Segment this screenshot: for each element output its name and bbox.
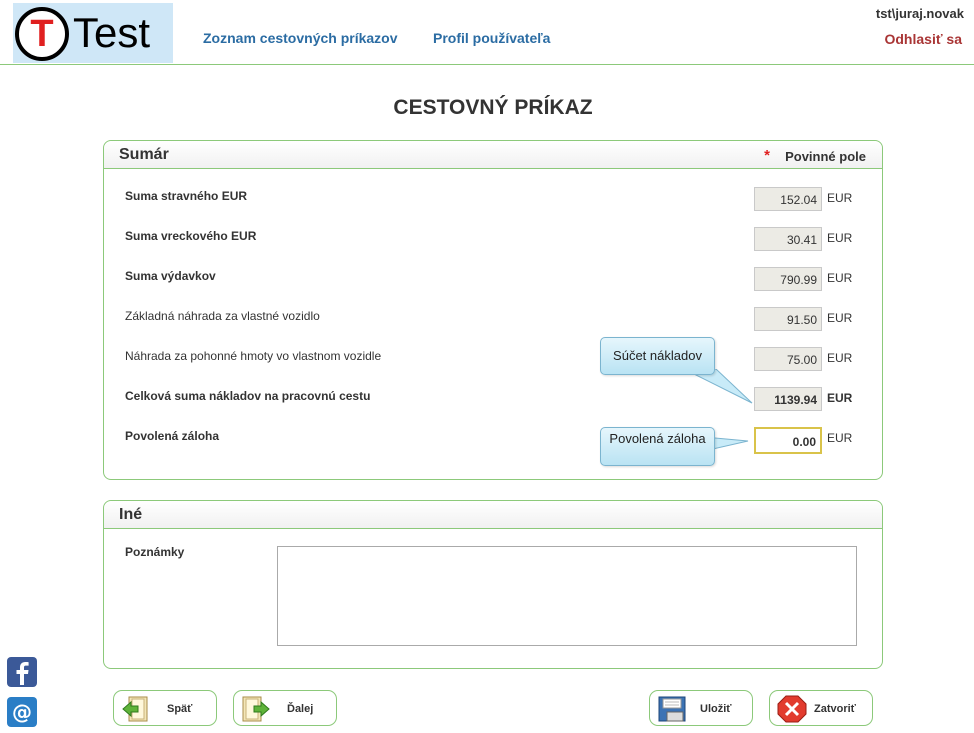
- next-button[interactable]: Ďalej: [233, 690, 337, 726]
- label-expenses: Suma výdavkov: [125, 269, 216, 283]
- label-total-costs: Celková suma nákladov na pracovnú cestu: [125, 389, 371, 403]
- other-panel-header: Iné: [104, 501, 882, 529]
- value-total-costs: 1139.94: [754, 387, 822, 411]
- back-button-label: Späť: [167, 703, 193, 715]
- back-button[interactable]: Späť: [113, 690, 217, 726]
- unit-label: EUR: [827, 351, 853, 365]
- close-icon: [777, 695, 807, 723]
- label-pocket-money: Suma vreckového EUR: [125, 229, 257, 243]
- value-vehicle-compensation: 91.50: [754, 307, 822, 331]
- advance-input[interactable]: 0.00: [754, 427, 822, 454]
- label-fuel-compensation: Náhrada za pohonné hmoty vo vlastnom voz…: [125, 349, 382, 363]
- back-icon: [122, 696, 148, 722]
- svg-text:@: @: [12, 700, 32, 724]
- save-button[interactable]: Uložiť: [649, 690, 753, 726]
- value-fuel-compensation: 75.00: [754, 347, 822, 371]
- callout-costs-pointer: [683, 369, 753, 404]
- value-expenses: 790.99: [754, 267, 822, 291]
- save-button-label: Uložiť: [700, 703, 732, 715]
- unit-label: EUR: [827, 311, 853, 325]
- nav-user-profile[interactable]: Profil používateľa: [433, 30, 550, 46]
- notes-label: Poznámky: [125, 545, 185, 559]
- label-advance: Povolená záloha: [125, 429, 220, 443]
- page-title: CESTOVNÝ PRÍKAZ: [393, 96, 593, 119]
- label-meal-allowance: Suma stravného EUR: [125, 189, 248, 203]
- other-panel-title: Iné: [119, 506, 143, 523]
- notes-textarea[interactable]: [277, 546, 857, 646]
- unit-label: EUR: [827, 231, 853, 245]
- nav-travel-orders-list[interactable]: Zoznam cestovných príkazov: [203, 30, 398, 46]
- required-star: *: [764, 147, 770, 164]
- next-button-label: Ďalej: [287, 703, 314, 715]
- unit-label: EUR: [827, 391, 853, 405]
- summary-panel: Sumár * Povinné pole Suma stravného EUR …: [103, 140, 883, 480]
- summary-panel-header: Sumár * Povinné pole: [104, 141, 882, 169]
- callout-advance: Povolená záloha: [600, 427, 715, 466]
- save-icon: [658, 696, 686, 722]
- header: T Test Zoznam cestovných príkazov Profil…: [0, 0, 974, 65]
- next-icon: [242, 696, 270, 722]
- email-icon[interactable]: @: [7, 697, 37, 727]
- label-vehicle-compensation: Základná náhrada za vlastné vozidlo: [125, 309, 320, 323]
- unit-label: EUR: [827, 191, 853, 205]
- logo-circle: T: [15, 7, 69, 61]
- user-name: tst\juraj.novak: [875, 6, 964, 21]
- unit-label: EUR: [827, 431, 853, 445]
- unit-label: EUR: [827, 271, 853, 285]
- logo-text: Test: [73, 9, 151, 56]
- required-label: Povinné pole: [785, 149, 866, 164]
- value-pocket-money: 30.41: [754, 227, 822, 251]
- callout-costs-sum: Súčet nákladov: [600, 337, 715, 375]
- value-meal-allowance: 152.04: [754, 187, 822, 211]
- other-panel: Iné Poznámky: [103, 500, 883, 669]
- logout-link[interactable]: Odhlasiť sa: [884, 31, 962, 47]
- logo-letter: T: [30, 13, 54, 55]
- summary-panel-title: Sumár: [119, 146, 169, 163]
- logo[interactable]: T Test: [13, 3, 173, 63]
- close-button[interactable]: Zatvoriť: [769, 690, 873, 726]
- facebook-icon[interactable]: [7, 657, 37, 687]
- close-button-label: Zatvoriť: [814, 703, 856, 715]
